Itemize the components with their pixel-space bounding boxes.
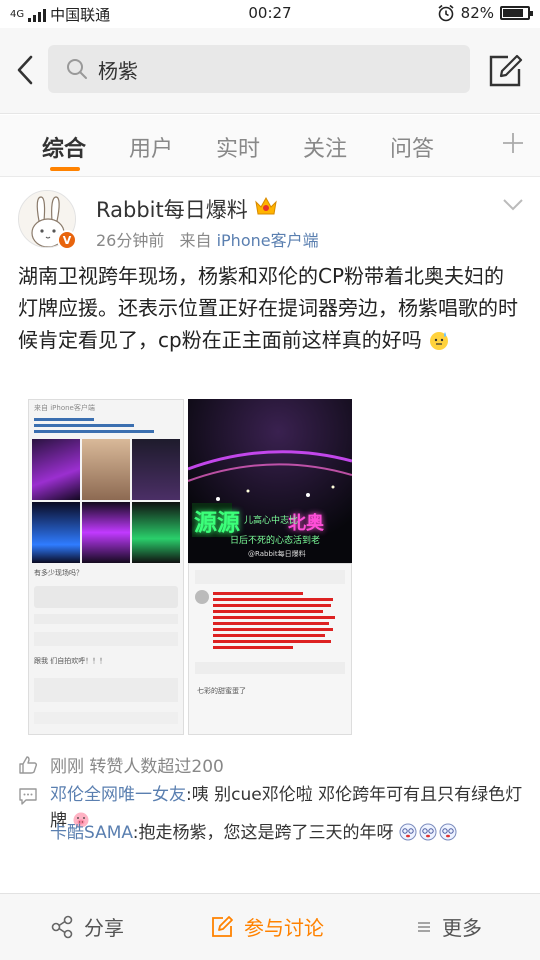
back-button[interactable] — [10, 50, 40, 90]
vip-crown-icon — [255, 196, 277, 215]
image1-bottom-text: 跟我 们自拍欢呼！！！ — [34, 657, 107, 665]
chevron-left-icon — [17, 55, 33, 85]
active-tab-indicator — [50, 167, 80, 171]
edit-icon — [212, 915, 233, 937]
image1-source-text: 来自 iPhone客户端 — [34, 404, 95, 412]
compose-button[interactable] — [488, 54, 524, 88]
status-right: 82% — [437, 4, 533, 22]
plus-icon — [503, 133, 523, 153]
comment-icon — [19, 788, 37, 805]
like-stat: 刚刚 转赞人数超过200 — [18, 752, 224, 777]
alarm-icon — [438, 4, 454, 22]
status-bar: 4G 中国联通 00:27 82% — [0, 0, 540, 28]
like-stat-text: 刚刚 转赞人数超过200 — [50, 757, 224, 777]
search-input[interactable]: 杨紫 — [48, 45, 470, 93]
verified-badge-icon: V — [57, 230, 77, 250]
post-image-1[interactable]: 来自 iPhone客户端 有多少现场吗？ 跟我 们自拍欢呼！！！ — [28, 399, 184, 735]
battery-percent: 82% — [460, 4, 494, 22]
post-image-2[interactable]: 源源 北奥 儿高心中志比 日后不死的心态活到老 @Rabbit每日爆料 — [188, 399, 352, 563]
search-icon — [67, 59, 87, 79]
tab-following[interactable]: 关注 — [303, 131, 347, 163]
image-watermark: @Rabbit每日爆料 — [248, 550, 306, 558]
search-query: 杨紫 — [98, 58, 138, 83]
comment-1-user[interactable]: 邓伦全网唯一女友 — [50, 785, 186, 805]
post-meta: 26分钟前 来自 iPhone客户端 — [96, 227, 319, 251]
post-body: 湖南卫视跨年现场，杨紫和邓伦的CP粉带着北奥夫妇的灯牌应援。还表示位置正好在提词… — [18, 260, 524, 356]
comment-2-user[interactable]: 卡酷SAMA — [50, 823, 133, 843]
thumbs-up-icon — [19, 755, 38, 774]
comment-2-text: 抱走杨紫，您这是跨了三天的年呀 — [138, 823, 394, 843]
post-time: 26分钟前 — [96, 231, 165, 250]
battery-icon — [500, 6, 533, 20]
tab-qa[interactable]: 问答 — [390, 131, 434, 163]
post-source[interactable]: iPhone客户端 — [217, 231, 319, 250]
menu-icon — [418, 921, 430, 932]
share-icon — [51, 915, 73, 938]
comment-2[interactable]: 卡酷SAMA:抱走杨紫，您这是跨了三天的年呀 — [50, 820, 524, 846]
chevron-down-icon[interactable] — [502, 198, 524, 212]
emoji-sweat-icon — [430, 332, 449, 350]
discuss-label: 参与讨论 — [244, 916, 324, 940]
stage-caption-2: 日后不死的心态活到老 — [230, 536, 321, 546]
search-header: 杨紫 — [0, 28, 540, 114]
more-button[interactable]: 更多 — [416, 912, 482, 941]
add-tab-button[interactable] — [502, 131, 524, 159]
tab-comprehensive[interactable]: 综合 — [42, 131, 86, 163]
share-button[interactable]: 分享 — [50, 912, 124, 941]
post-author-name[interactable]: Rabbit每日爆料 — [96, 194, 248, 224]
more-label: 更多 — [442, 916, 482, 940]
discuss-button[interactable]: 参与讨论 — [210, 912, 324, 941]
post-source-prefix: 来自 — [179, 231, 212, 250]
tab-realtime[interactable]: 实时 — [216, 131, 260, 163]
stage-sign-1: 源源 — [194, 510, 240, 536]
tab-users[interactable]: 用户 — [129, 131, 173, 163]
edit-icon — [489, 54, 523, 87]
search-tabs: 综合 用户 实时 关注 问答 — [0, 115, 540, 177]
image3-comment-text: 七彩的甜蜜蛋了 — [197, 687, 246, 695]
bottom-toolbar: 分享 参与讨论 更多 — [0, 893, 540, 960]
post-image-3[interactable]: 七彩的甜蜜蛋了 — [188, 563, 352, 735]
image1-mid-text: 有多少现场吗？ — [34, 569, 83, 577]
share-label: 分享 — [84, 916, 124, 940]
emoji-dizzy-icon — [399, 823, 457, 841]
stage-caption-1: 儿高心中志比 — [244, 516, 299, 526]
